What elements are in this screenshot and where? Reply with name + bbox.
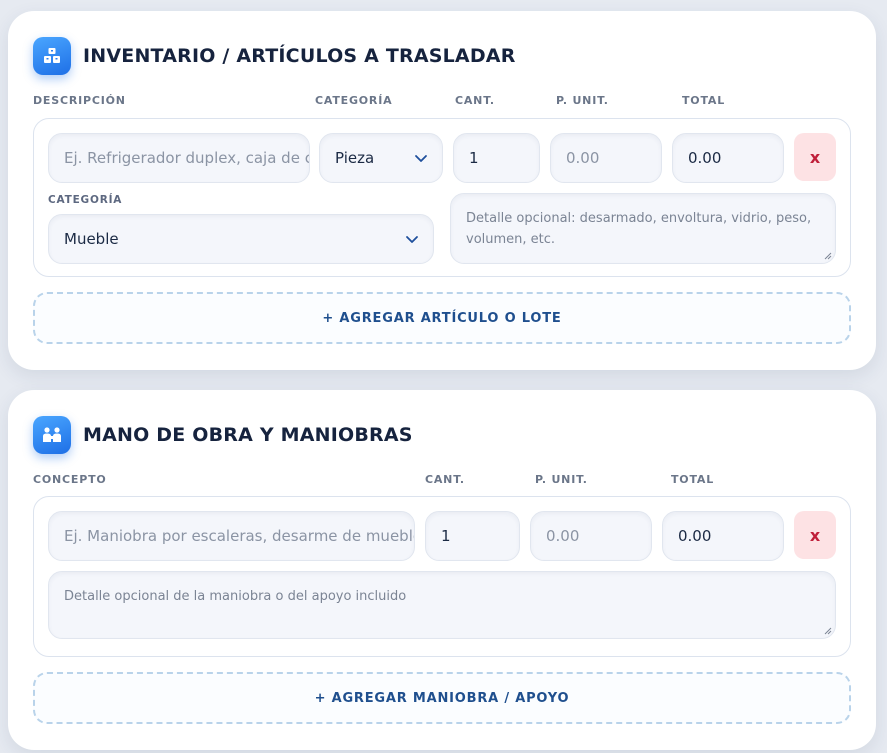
labor-detail-textarea[interactable]: Detalle opcional de la maniobra o del ap… [48,571,836,639]
column-total: TOTAL [671,473,715,486]
column-unit-price: P. UNIT. [535,473,588,486]
resize-handle-icon[interactable] [824,252,832,260]
sub-category-label: CATEGORÍA [48,194,123,206]
unit-price-input[interactable]: 0.00 [550,133,662,183]
labor-card: MANO DE OBRA Y MANIOBRAS CONCEPTO CANT. … [8,390,876,750]
description-input[interactable]: Ej. Refrigerador duplex, caja de c [48,133,310,183]
column-description: DESCRIPCIÓN [33,94,126,107]
chevron-down-icon [415,155,427,162]
category-select[interactable]: Pieza [319,133,443,183]
labor-item-row: Ej. Maniobra por escaleras, desarme de m… [33,496,851,657]
qty-input[interactable]: 1 [453,133,540,183]
qty-input[interactable]: 1 [425,511,520,561]
add-labor-button[interactable]: + AGREGAR MANIOBRA / APOYO [33,672,851,724]
total-field: 0.00 [672,133,784,183]
people-icon [33,416,71,454]
total-field: 0.00 [662,511,784,561]
sub-category-select[interactable]: Mueble [48,214,434,264]
column-qty: CANT. [455,94,495,107]
inventory-header: INVENTARIO / ARTÍCULOS A TRASLADAR [33,37,516,75]
labor-title: MANO DE OBRA Y MANIOBRAS [83,424,413,446]
column-total: TOTAL [682,94,726,107]
chevron-down-icon [406,236,418,243]
column-unit-price: P. UNIT. [556,94,609,107]
labor-header: MANO DE OBRA Y MANIOBRAS [33,416,413,454]
boxes-icon [33,37,71,75]
inventory-card: INVENTARIO / ARTÍCULOS A TRASLADAR DESCR… [8,11,876,370]
remove-item-button[interactable]: x [794,133,836,181]
inventory-item-row: Ej. Refrigerador duplex, caja de c Pieza… [33,118,851,277]
item-detail-textarea[interactable]: Detalle opcional: desarmado, envoltura, … [450,193,836,264]
unit-price-input[interactable]: 0.00 [530,511,652,561]
resize-handle-icon[interactable] [824,627,832,635]
column-category: CATEGORÍA [315,94,393,107]
remove-labor-button[interactable]: x [794,511,836,559]
inventory-title: INVENTARIO / ARTÍCULOS A TRASLADAR [83,45,516,67]
column-concept: CONCEPTO [33,473,107,486]
concept-input[interactable]: Ej. Maniobra por escaleras, desarme de m… [48,511,415,561]
add-item-button[interactable]: + AGREGAR ARTÍCULO O LOTE [33,292,851,344]
column-qty: CANT. [425,473,465,486]
